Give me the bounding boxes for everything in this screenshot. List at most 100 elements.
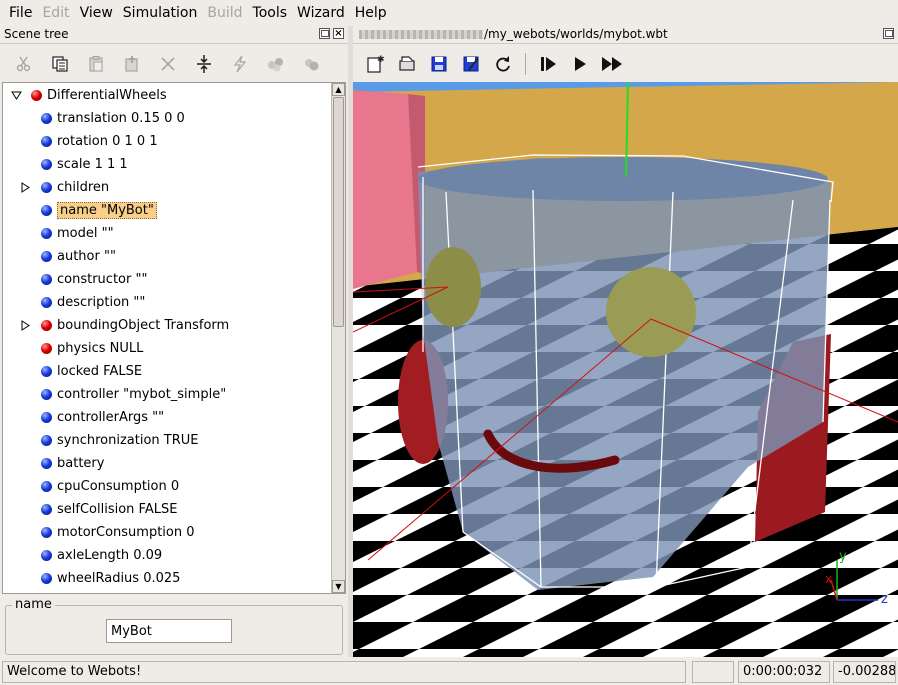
right-eye bbox=[606, 267, 696, 357]
undock-icon[interactable] bbox=[319, 28, 330, 39]
scroll-down-icon[interactable]: ▼ bbox=[332, 580, 345, 593]
3d-scene[interactable]: y x z bbox=[353, 82, 898, 657]
tree-row[interactable]: children bbox=[41, 176, 109, 199]
menu-view[interactable]: View bbox=[75, 0, 118, 26]
tree-row-label: constructor "" bbox=[57, 272, 148, 287]
tree-scrollbar[interactable]: ▲ ▼ bbox=[331, 83, 345, 593]
run-icon[interactable] bbox=[564, 49, 596, 79]
tree-row-label: controllerArgs "" bbox=[57, 410, 165, 425]
blue-node-icon bbox=[41, 458, 52, 469]
tree-row[interactable]: rotation 0 1 0 1 bbox=[41, 130, 158, 153]
tree-row[interactable]: wheelRadius 0.025 bbox=[41, 567, 180, 590]
tree-row[interactable]: synchronization TRUE bbox=[41, 429, 198, 452]
close-icon[interactable]: × bbox=[333, 28, 344, 39]
export-icon[interactable] bbox=[258, 48, 294, 80]
3d-viewport[interactable]: y x z bbox=[353, 82, 898, 657]
tree-row[interactable]: DifferentialWheels bbox=[31, 84, 167, 107]
blue-node-icon bbox=[41, 573, 52, 584]
revert-icon[interactable] bbox=[487, 49, 519, 79]
reset-icon[interactable] bbox=[186, 48, 222, 80]
tree-row[interactable]: cpuConsumption 0 bbox=[41, 475, 179, 498]
tree-row[interactable]: description "" bbox=[41, 291, 145, 314]
step-icon[interactable] bbox=[532, 49, 564, 79]
tree-row[interactable]: physics NULL bbox=[41, 337, 143, 360]
save-world-icon[interactable] bbox=[423, 49, 455, 79]
save-as-icon[interactable] bbox=[455, 49, 487, 79]
tree-row-label: DifferentialWheels bbox=[47, 88, 167, 103]
tree-row-label: selfCollision FALSE bbox=[57, 502, 178, 517]
tree-row-label: cpuConsumption 0 bbox=[57, 479, 180, 494]
tree-row[interactable]: controllerArgs "" bbox=[41, 406, 164, 429]
tree-row[interactable]: scale 1 1 1 bbox=[41, 153, 128, 176]
tree-row[interactable]: model "" bbox=[41, 222, 114, 245]
undock-view-icon[interactable] bbox=[883, 28, 894, 39]
blue-node-icon bbox=[41, 389, 52, 400]
new-world-icon[interactable]: ✱ bbox=[359, 49, 391, 79]
blue-node-icon bbox=[41, 274, 52, 285]
tree-row[interactable]: selfCollision FALSE bbox=[41, 498, 177, 521]
tree-row[interactable]: author "" bbox=[41, 245, 116, 268]
tree-row[interactable]: battery bbox=[41, 452, 104, 475]
scroll-thumb[interactable] bbox=[333, 97, 344, 327]
tree-row[interactable]: axleLength 0.09 bbox=[41, 544, 162, 567]
transform-icon[interactable] bbox=[222, 48, 258, 80]
paste-icon[interactable] bbox=[78, 48, 114, 80]
status-message: Welcome to Webots! bbox=[2, 661, 686, 683]
tree-row-label: description "" bbox=[57, 295, 146, 310]
blue-node-icon bbox=[41, 527, 52, 538]
menu-build[interactable]: Build bbox=[202, 0, 247, 26]
tree-row[interactable]: locked FALSE bbox=[41, 360, 142, 383]
paste-after-icon[interactable] bbox=[114, 48, 150, 80]
scene-tree-toolbar bbox=[0, 46, 348, 82]
tree-row[interactable]: motorConsumption 0 bbox=[41, 521, 195, 544]
blue-node-icon bbox=[41, 366, 52, 377]
tree-row[interactable]: constructor "" bbox=[41, 268, 147, 291]
path-prefix-redacted bbox=[359, 30, 483, 39]
blue-node-icon bbox=[41, 435, 52, 446]
tree-row[interactable]: boundingObject Transform bbox=[41, 314, 229, 337]
menu-file[interactable]: File bbox=[4, 0, 37, 26]
blue-node-icon bbox=[41, 504, 52, 515]
copy-icon[interactable] bbox=[42, 48, 78, 80]
tree-row-label: translation 0.15 0 0 bbox=[57, 111, 185, 126]
toolbar-separator bbox=[525, 53, 526, 75]
delete-icon[interactable] bbox=[150, 48, 186, 80]
menu-edit[interactable]: Edit bbox=[37, 0, 74, 26]
scroll-up-icon[interactable]: ▲ bbox=[332, 83, 345, 96]
scene-tree[interactable]: DifferentialWheels translation 0.15 0 0 ro… bbox=[2, 82, 346, 594]
status-empty-cell bbox=[692, 661, 734, 683]
fast-icon[interactable] bbox=[596, 49, 628, 79]
import-icon[interactable] bbox=[294, 48, 330, 80]
name-field[interactable] bbox=[106, 619, 232, 643]
field-editor: name bbox=[5, 597, 343, 655]
menu-wizard[interactable]: Wizard bbox=[292, 0, 350, 26]
menu-bar: File Edit View Simulation Build Tools Wi… bbox=[0, 0, 898, 26]
tree-row[interactable]: name "MyBot" bbox=[41, 199, 157, 222]
blue-node-icon bbox=[41, 550, 52, 561]
tree-row-label: locked FALSE bbox=[57, 364, 143, 379]
blue-node-icon bbox=[41, 412, 52, 423]
open-world-icon[interactable] bbox=[391, 49, 423, 79]
blue-node-icon bbox=[41, 113, 52, 124]
menu-help[interactable]: Help bbox=[350, 0, 392, 26]
cut-icon[interactable] bbox=[6, 48, 42, 80]
menu-tools[interactable]: Tools bbox=[248, 0, 293, 26]
axis-x-label: x bbox=[825, 572, 832, 586]
tree-row[interactable]: controller "mybot_simple" bbox=[41, 383, 226, 406]
menu-simulation[interactable]: Simulation bbox=[118, 0, 203, 26]
tree-row-label: synchronization TRUE bbox=[57, 433, 199, 448]
tree-row-label: physics NULL bbox=[57, 341, 144, 356]
expanded-arrow-icon[interactable] bbox=[11, 90, 22, 100]
tree-row-label: rotation 0 1 0 1 bbox=[57, 134, 158, 149]
collapsed-arrow-icon[interactable] bbox=[21, 320, 31, 331]
tree-row[interactable]: translation 0.15 0 0 bbox=[41, 107, 185, 130]
collapsed-arrow-icon[interactable] bbox=[21, 182, 31, 193]
blue-node-icon bbox=[41, 182, 52, 193]
blue-node-icon bbox=[41, 297, 52, 308]
tree-row-label: model "" bbox=[57, 226, 114, 241]
tree-row-label: motorConsumption 0 bbox=[57, 525, 195, 540]
blue-node-icon bbox=[41, 228, 52, 239]
tree-row-label: name "MyBot" bbox=[57, 202, 157, 219]
3d-view-title-bar: /my_webots/worlds/mybot.wbt bbox=[353, 26, 898, 44]
world-path: /my_webots/worlds/mybot.wbt bbox=[484, 27, 668, 41]
